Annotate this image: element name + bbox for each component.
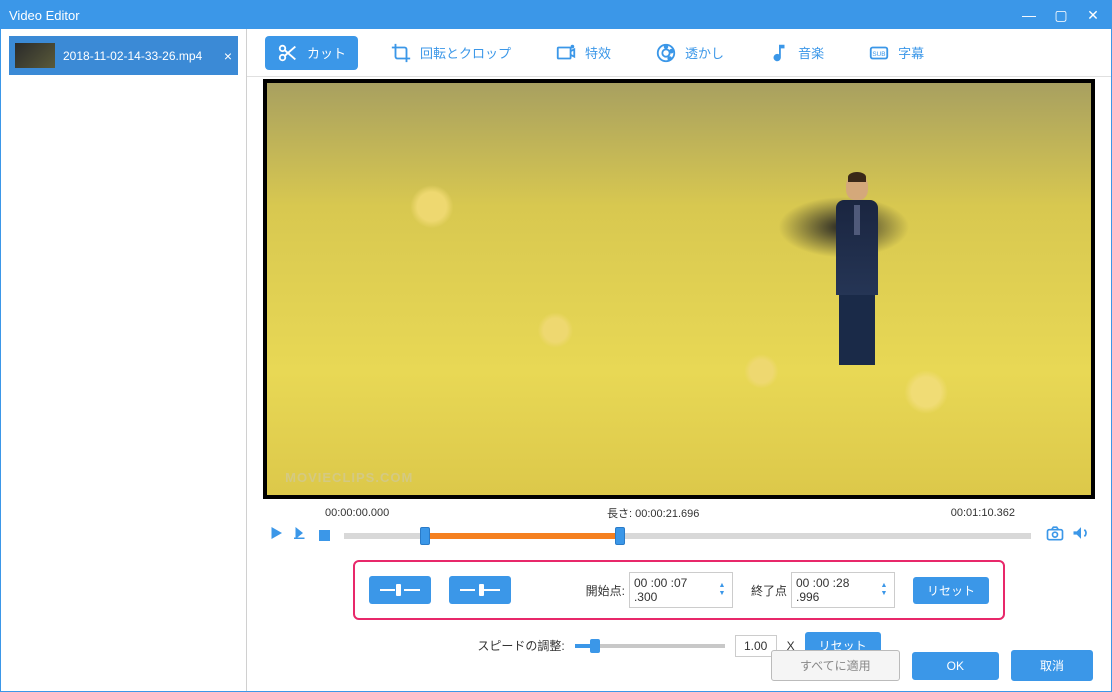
start-label: 開始点: (586, 582, 625, 599)
video-subject (827, 174, 887, 364)
start-time-input[interactable]: 00 :00 :07 .300 ▲ ▼ (629, 572, 733, 608)
playback-controls (263, 523, 1095, 548)
timeline-handle-start[interactable] (420, 527, 430, 545)
tab-cut[interactable]: カット (265, 36, 358, 70)
end-spin-up[interactable]: ▲ (878, 582, 890, 590)
timeline-selection (426, 533, 618, 539)
speed-slider[interactable] (575, 644, 725, 648)
preview-area: MOVIECLIPS.COM 00:00:00.000 長さ: 00:00:21… (247, 77, 1111, 691)
apply-all-button[interactable]: すべてに適用 (771, 650, 900, 681)
watermark-icon (655, 42, 677, 64)
window-controls: — ▢ ✕ (1019, 5, 1103, 25)
tab-subtitle[interactable]: SUB 字幕 (856, 36, 936, 70)
speed-label: スピードの調整: (477, 637, 564, 654)
file-thumbnail (15, 43, 55, 68)
tab-music-label: 音楽 (798, 43, 824, 62)
snapshot-button[interactable] (1045, 523, 1065, 548)
app-title: Video Editor (9, 8, 1019, 23)
titlebar: Video Editor — ▢ ✕ (1, 1, 1111, 29)
toolbar: カット 回転とクロップ 特效 透かし (247, 29, 1111, 77)
end-label: 終了点 (751, 582, 787, 599)
subtitle-icon: SUB (868, 42, 890, 64)
video-preview[interactable]: MOVIECLIPS.COM (263, 79, 1095, 499)
end-spin-down[interactable]: ▼ (878, 590, 890, 598)
crop-icon (390, 42, 412, 64)
tab-effects[interactable]: 特效 (543, 36, 623, 70)
timeline-handle-end[interactable] (615, 527, 625, 545)
svg-text:SUB: SUB (872, 50, 885, 57)
cut-settings-panel: 開始点: 00 :00 :07 .300 ▲ ▼ 終了点 00 :00 :28 … (353, 560, 1005, 620)
tab-subtitle-label: 字幕 (898, 43, 924, 62)
end-time-input[interactable]: 00 :00 :28 .996 ▲ ▼ (791, 572, 895, 608)
maximize-button[interactable]: ▢ (1051, 5, 1071, 25)
music-icon (768, 42, 790, 64)
stop-button[interactable] (319, 530, 330, 541)
effects-icon (555, 42, 577, 64)
ok-button[interactable]: OK (912, 652, 999, 680)
file-sidebar: 2018-11-02-14-33-26.mp4 × (1, 29, 247, 691)
timeline-end-time: 00:01:10.362 (925, 507, 1015, 519)
file-close-icon[interactable]: × (224, 48, 232, 64)
tab-effects-label: 特效 (585, 43, 611, 62)
tab-music[interactable]: 音楽 (756, 36, 836, 70)
end-time-group: 終了点 00 :00 :28 .996 ▲ ▼ (751, 572, 895, 608)
timeline-length: 長さ: 00:00:21.696 (407, 505, 923, 521)
video-watermark: MOVIECLIPS.COM (285, 470, 413, 485)
speed-slider-handle[interactable] (590, 639, 600, 653)
play-button[interactable] (267, 524, 285, 547)
set-start-button[interactable] (369, 576, 431, 604)
start-spin-up[interactable]: ▲ (716, 582, 728, 590)
cancel-button[interactable]: 取消 (1011, 650, 1093, 681)
timeline-track[interactable] (344, 533, 1031, 539)
volume-button[interactable] (1071, 523, 1091, 548)
tab-crop-label: 回転とクロップ (420, 43, 511, 62)
tab-watermark-label: 透かし (685, 43, 724, 62)
minimize-button[interactable]: — (1019, 5, 1039, 25)
scissors-icon (277, 42, 299, 64)
start-time-group: 開始点: 00 :00 :07 .300 ▲ ▼ (586, 572, 733, 608)
footer-buttons: すべてに適用 OK 取消 (771, 650, 1093, 681)
close-button[interactable]: ✕ (1083, 5, 1103, 25)
tab-watermark[interactable]: 透かし (643, 36, 736, 70)
tab-crop[interactable]: 回転とクロップ (378, 36, 523, 70)
timeline-start-time: 00:00:00.000 (325, 507, 405, 519)
tab-cut-label: カット (307, 43, 346, 62)
set-end-button[interactable] (449, 576, 511, 604)
start-spin-down[interactable]: ▼ (716, 590, 728, 598)
step-button[interactable] (291, 524, 309, 547)
file-name: 2018-11-02-14-33-26.mp4 (63, 49, 216, 63)
main-panel: カット 回転とクロップ 特效 透かし (247, 29, 1111, 691)
timeline-labels: 00:00:00.000 長さ: 00:00:21.696 00:01:10.3… (263, 505, 1095, 521)
cut-reset-button[interactable]: リセット (913, 577, 989, 604)
file-tab[interactable]: 2018-11-02-14-33-26.mp4 × (9, 36, 238, 75)
